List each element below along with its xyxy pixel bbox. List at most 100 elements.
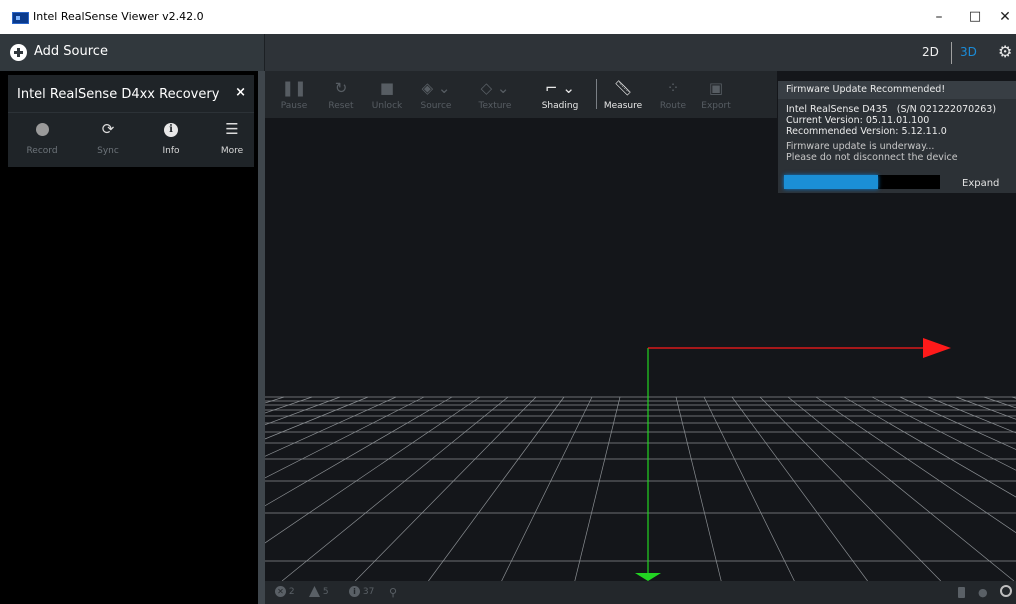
- info-button[interactable]: i Info: [141, 119, 201, 163]
- loading-spinner-icon: [1000, 585, 1012, 597]
- x-axis-arrowhead: [923, 338, 951, 358]
- paw-icon: ⁘: [666, 79, 680, 97]
- close-window-button[interactable]: ✕: [994, 6, 1016, 28]
- view-2d-toggle[interactable]: 2D: [922, 45, 939, 59]
- notification-title: Firmware Update Recommended!: [786, 84, 946, 95]
- errors-counter[interactable]: ✕ 2: [275, 586, 295, 599]
- texture-dropdown[interactable]: ◇ ⌄ Texture: [470, 71, 520, 118]
- errors-count: 2: [288, 587, 295, 597]
- grid-line: [265, 396, 341, 426]
- grid-line: [983, 396, 1016, 409]
- notification-header: Firmware Update Recommended!: [778, 81, 1016, 99]
- warnings-count: 5: [322, 587, 329, 597]
- measure-label: Measure: [603, 101, 643, 111]
- more-button[interactable]: ☰ More: [202, 119, 262, 163]
- sync-label: Sync: [97, 146, 119, 156]
- drop-icon[interactable]: ●: [978, 586, 988, 599]
- grid-line: [703, 396, 795, 581]
- expand-button[interactable]: Expand: [962, 178, 999, 189]
- info-small-icon: i: [349, 586, 360, 597]
- shading-label: Shading: [541, 101, 579, 111]
- add-source-button[interactable]: Add Source: [0, 34, 265, 71]
- recommended-version: Recommended Version: 5.12.11.0: [786, 126, 947, 137]
- view-3d-toggle[interactable]: 3D: [960, 45, 977, 59]
- pause-icon: ❚❚: [281, 79, 307, 97]
- info-label: Info: [162, 146, 180, 156]
- device-sidebar: Intel RealSense D4xx Recovery × Record ⟳…: [0, 71, 258, 604]
- progress-fill: [784, 175, 878, 189]
- device-icon[interactable]: [958, 587, 965, 598]
- record-button[interactable]: Record: [12, 119, 72, 163]
- close-device-button[interactable]: ×: [235, 85, 246, 100]
- source-dropdown[interactable]: ◈ ⌄ Source: [413, 71, 459, 118]
- shading-dropdown[interactable]: ⌐ ⌄ Shading: [533, 71, 587, 118]
- sync-button[interactable]: ⟳ Sync: [78, 119, 138, 163]
- app-top-bar: Add Source 2D 3D ⚙: [0, 34, 1016, 71]
- grid-line: [815, 396, 1016, 534]
- pause-button[interactable]: ❚❚ Pause: [271, 71, 317, 118]
- gear-icon[interactable]: ⚙: [998, 44, 1012, 60]
- error-icon: ✕: [275, 586, 286, 597]
- grid-line: [265, 396, 397, 457]
- viewer-toolbar: ❚❚ Pause ↻ Reset ■ Unlock ◈ ⌄ Source ◇ ⌄…: [265, 71, 777, 118]
- grid-line: [731, 396, 868, 581]
- grid-line: [787, 396, 1015, 581]
- window-title: Intel RealSense Viewer v2.42.0: [33, 10, 204, 23]
- grid-line: [265, 396, 313, 414]
- disconnect-warning: Please do not disconnect the device: [786, 152, 958, 163]
- grid-line: [265, 396, 481, 544]
- record-label: Record: [26, 146, 58, 156]
- grid-line: [281, 396, 509, 581]
- route-label: Route: [659, 101, 687, 111]
- info-counter[interactable]: i 37: [349, 586, 374, 599]
- paint-bucket-icon: ◇ ⌄: [480, 79, 510, 97]
- view-toggle-divider: [951, 42, 952, 64]
- save-icon: ▣: [708, 79, 724, 97]
- grid-line: [1011, 396, 1016, 399]
- export-label: Export: [701, 101, 731, 111]
- device-name: Intel RealSense D4xx Recovery: [17, 87, 220, 102]
- ruler-icon: 📏︎: [613, 79, 633, 97]
- panel-splitter[interactable]: [258, 71, 265, 604]
- texture-label: Texture: [478, 101, 512, 111]
- grid-line: [871, 396, 1016, 471]
- warning-icon: [309, 586, 320, 597]
- window-title-bar: Intel RealSense Viewer v2.42.0 – □ ✕: [0, 0, 1016, 34]
- route-button[interactable]: ⁘ Route: [650, 71, 696, 118]
- reset-icon: ↻: [334, 79, 348, 97]
- device-panel: Intel RealSense D4xx Recovery × Record ⟳…: [8, 75, 254, 167]
- measure-button[interactable]: 📏︎ Measure: [598, 71, 648, 118]
- record-icon: [12, 119, 72, 139]
- app-logo-icon: [12, 12, 29, 24]
- info-count: 37: [362, 587, 375, 597]
- grid-line: [899, 396, 1016, 450]
- reset-label: Reset: [328, 101, 354, 111]
- add-source-label: Add Source: [34, 44, 108, 59]
- current-version: Current Version: 05.11.01.100: [786, 115, 930, 126]
- maximize-button[interactable]: □: [960, 6, 990, 28]
- unlock-button[interactable]: ■ Unlock: [363, 71, 411, 118]
- minimize-button[interactable]: –: [924, 6, 954, 28]
- grid-line: [574, 396, 621, 581]
- status-bar: ✕ 2 5 i 37 ⚲ ●: [265, 581, 1016, 604]
- lock-icon: ■: [379, 79, 395, 97]
- grid-line: [759, 396, 942, 581]
- warnings-counter[interactable]: 5: [309, 586, 329, 599]
- update-status: Firmware update is underway...: [786, 141, 935, 152]
- search-icon[interactable]: ⚲: [389, 586, 397, 599]
- grid-line: [675, 396, 722, 581]
- firmware-progress-bar: [784, 175, 940, 189]
- more-label: More: [220, 146, 244, 156]
- export-button[interactable]: ▣ Export: [693, 71, 739, 118]
- grid-line: [265, 396, 453, 507]
- cube-icon: ◈ ⌄: [421, 79, 451, 97]
- menu-icon: ☰: [225, 120, 239, 138]
- source-label: Source: [420, 101, 452, 111]
- grid-line: [955, 396, 1016, 420]
- grid-line: [428, 396, 565, 581]
- y-axis-arrowhead: [635, 573, 661, 581]
- grid-line: [265, 396, 369, 440]
- reset-button[interactable]: ↻ Reset: [318, 71, 364, 118]
- toolbar-divider: [596, 79, 597, 109]
- grid-line: [501, 396, 593, 581]
